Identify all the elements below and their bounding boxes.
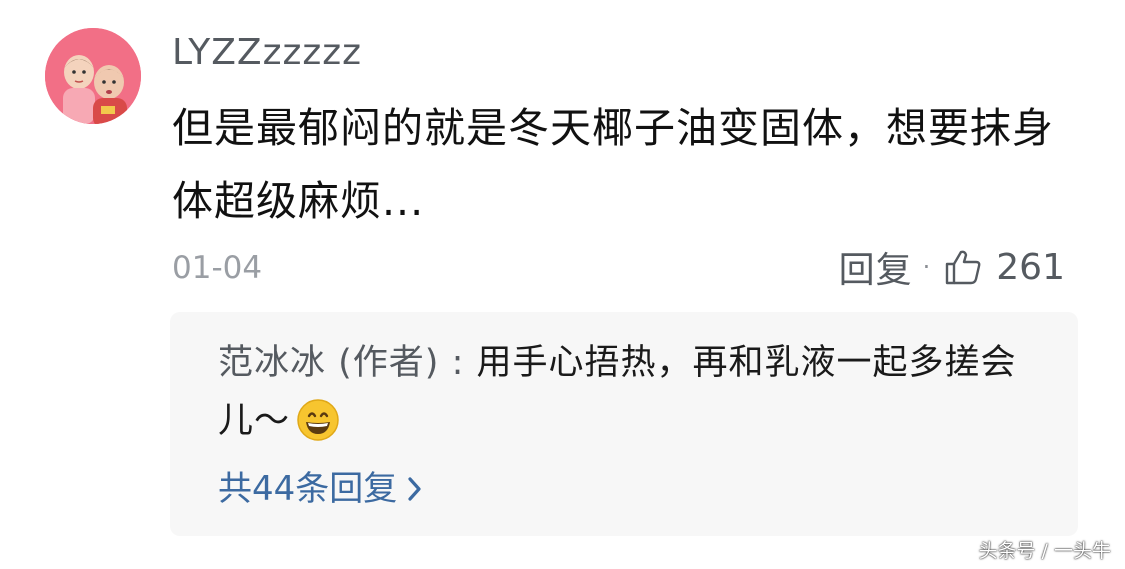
thumbs-up-icon [946, 250, 981, 285]
like-count: 261 [996, 246, 1065, 288]
watermark: 头条号 / 一头牛 [978, 540, 1111, 562]
comment-text: 但是最郁闷的就是冬天椰子油变固体，想要抹身体超级麻烦... [172, 104, 1054, 225]
grinning-face-emoji-icon [296, 398, 340, 460]
separator-dot: · [922, 253, 931, 281]
avatar-photo-icon [45, 28, 141, 124]
more-replies-link[interactable]: 共44条回复 [218, 464, 423, 514]
comment-actions: 回复 · 261 [839, 242, 1065, 292]
reply-author-name[interactable]: 范冰冰 (作者) [218, 343, 439, 383]
author-reply: 范冰冰 (作者) : 用手心捂热，再和乳液一起多搓会儿～ [218, 334, 1038, 460]
username[interactable]: LYZZzzzzz [172, 28, 362, 78]
reply-colon: : [439, 343, 477, 383]
reply-button[interactable]: 回复 [839, 241, 913, 293]
chevron-right-icon [408, 477, 421, 501]
avatar[interactable] [45, 28, 141, 124]
more-replies-label: 共44条回复 [218, 469, 398, 509]
like-button[interactable]: 261 [944, 247, 1065, 288]
comment-date: 01-04 [172, 250, 263, 286]
author-reply-box: 范冰冰 (作者) : 用手心捂热，再和乳液一起多搓会儿～ 共44条回复 [170, 312, 1078, 536]
